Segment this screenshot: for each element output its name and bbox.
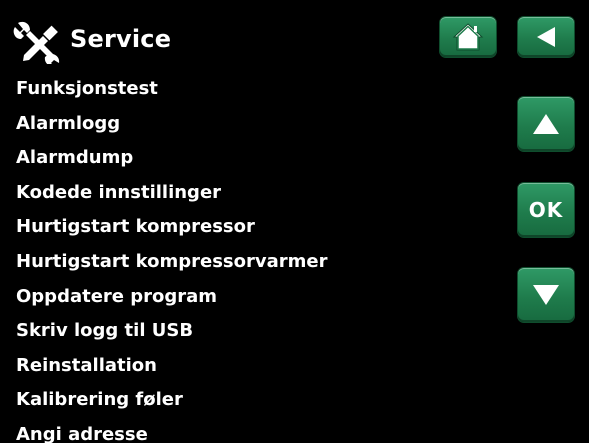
menu-item-alarmlogg[interactable]: Alarmlogg bbox=[16, 107, 496, 142]
up-arrow-icon bbox=[531, 111, 561, 137]
tools-icon bbox=[13, 20, 61, 67]
down-arrow-icon bbox=[531, 282, 561, 308]
scroll-up-button[interactable] bbox=[518, 97, 574, 151]
menu-item-hurtigstart-kompressor[interactable]: Hurtigstart kompressor bbox=[16, 210, 496, 245]
header: Service bbox=[0, 0, 589, 72]
menu-item-kodede-innstillinger[interactable]: Kodede innstillinger bbox=[16, 176, 496, 211]
menu-item-angi-adresse[interactable]: Angi adresse bbox=[16, 418, 496, 443]
service-screen: Service Funksjonstest Alarmlogg Alarmdum… bbox=[0, 0, 589, 443]
service-menu: Funksjonstest Alarmlogg Alarmdump Kodede… bbox=[16, 72, 496, 443]
home-icon bbox=[451, 21, 485, 53]
menu-item-skriv-logg-til-usb[interactable]: Skriv logg til USB bbox=[16, 314, 496, 349]
menu-item-oppdatere-program[interactable]: Oppdatere program bbox=[16, 280, 496, 315]
menu-item-alarmdump[interactable]: Alarmdump bbox=[16, 141, 496, 176]
back-arrow-icon bbox=[533, 24, 559, 50]
menu-item-hurtigstart-kompressorvarmer[interactable]: Hurtigstart kompressorvarmer bbox=[16, 245, 496, 280]
ok-button[interactable]: OK bbox=[518, 183, 574, 237]
menu-item-reinstallation[interactable]: Reinstallation bbox=[16, 349, 496, 384]
menu-item-kalibrering-foler[interactable]: Kalibrering føler bbox=[16, 383, 496, 418]
scroll-down-button[interactable] bbox=[518, 268, 574, 322]
home-button[interactable] bbox=[440, 17, 496, 57]
menu-item-funksjonstest[interactable]: Funksjonstest bbox=[16, 72, 496, 107]
back-button[interactable] bbox=[518, 17, 574, 57]
page-title: Service bbox=[70, 25, 172, 53]
ok-label: OK bbox=[528, 198, 564, 222]
